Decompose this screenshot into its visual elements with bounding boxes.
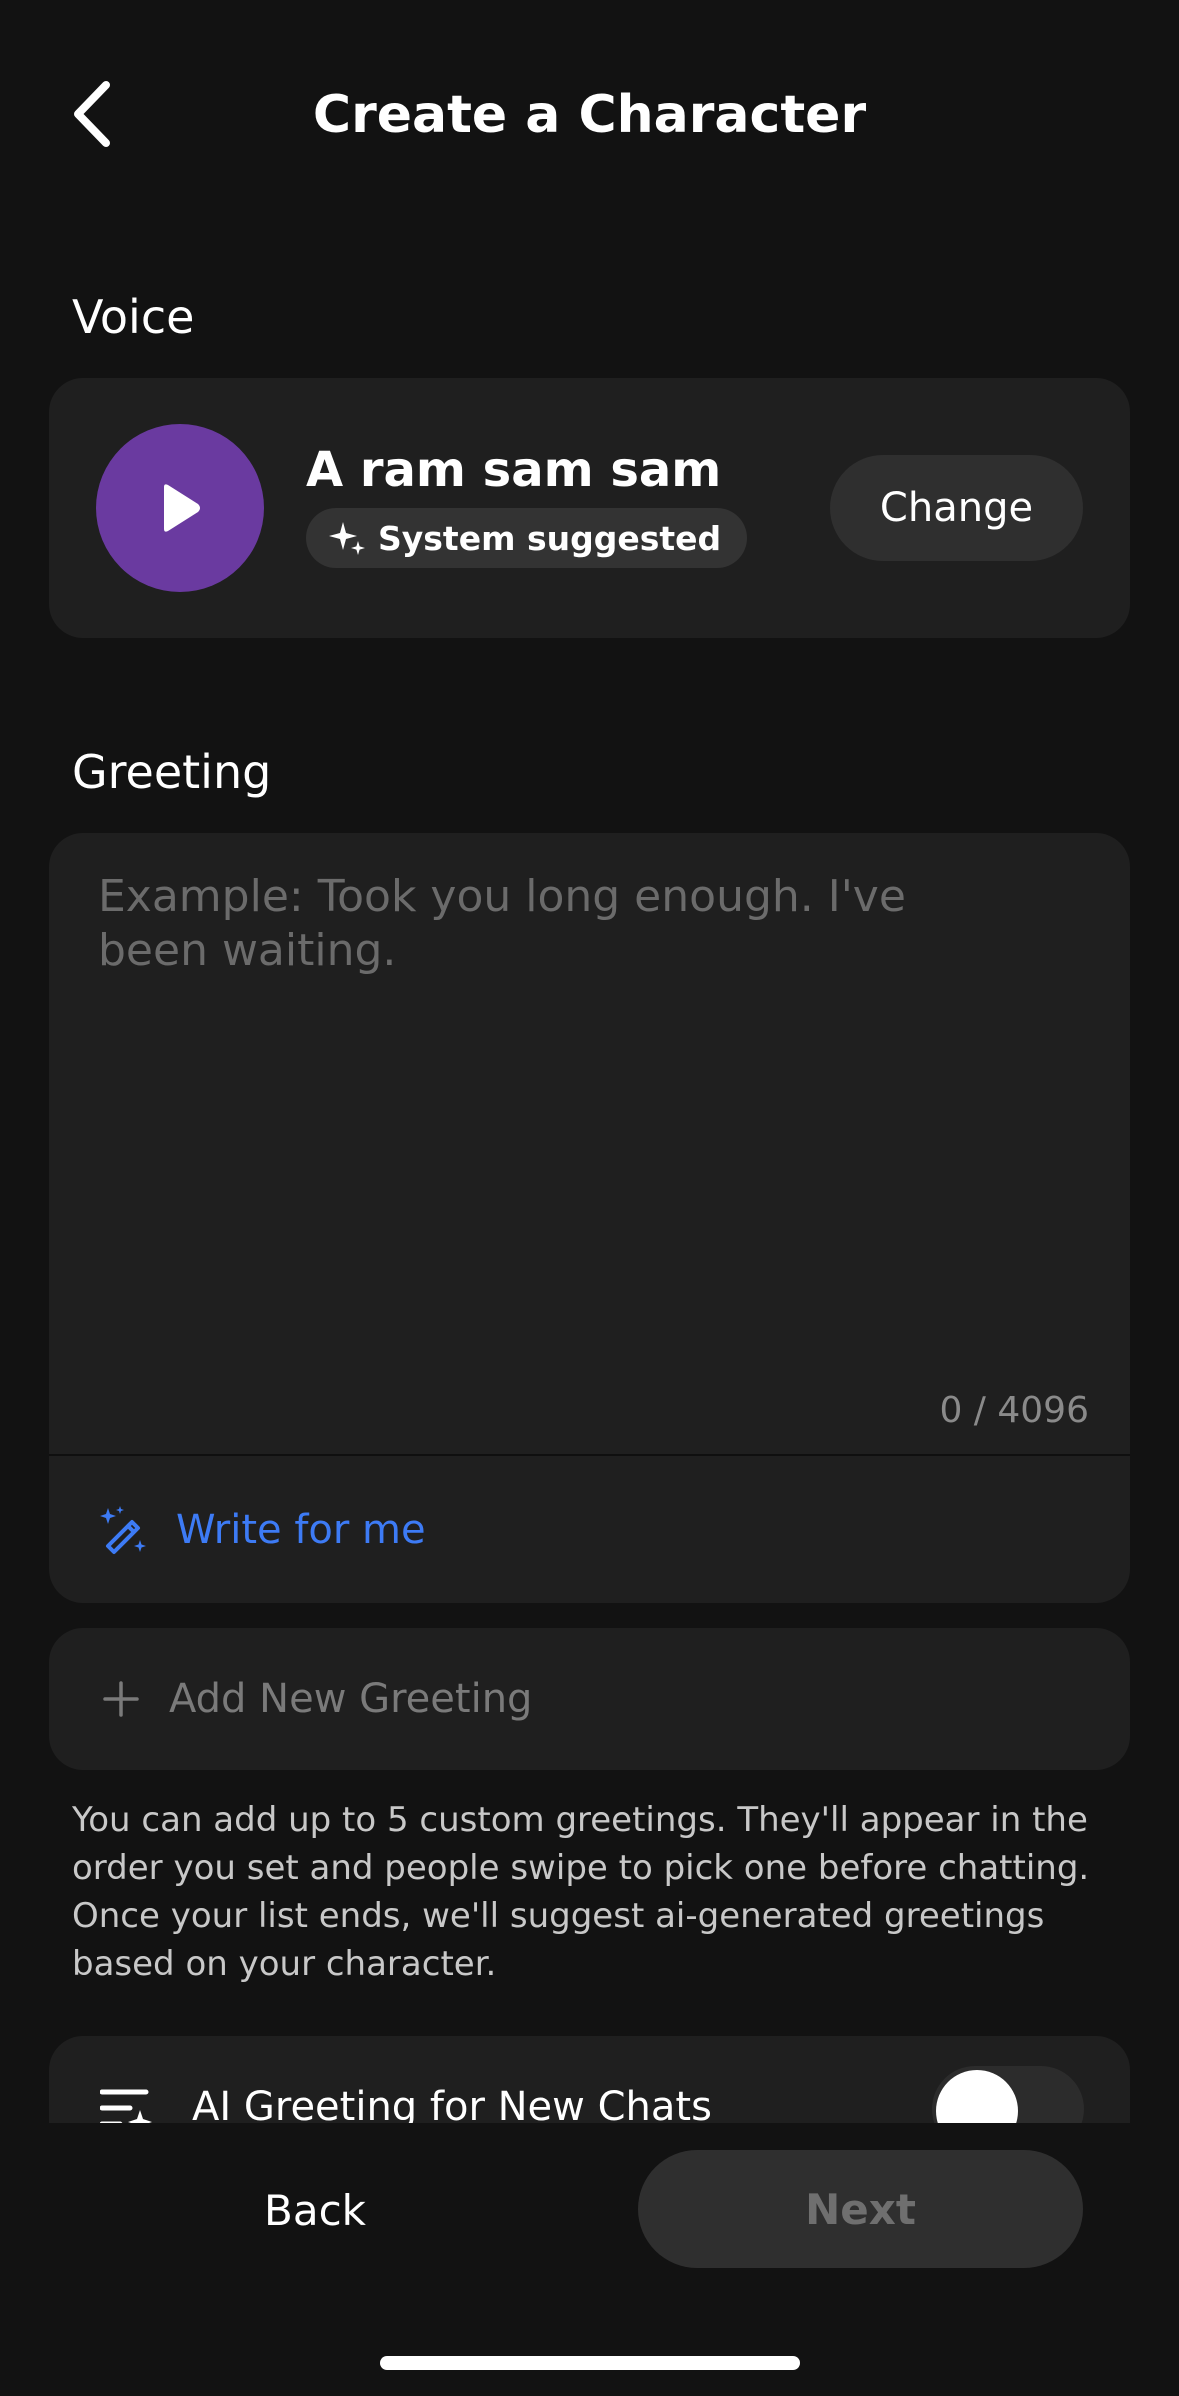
greeting-help-text: You can add up to 5 custom greetings. Th… bbox=[72, 1800, 1090, 1984]
ai-list-icon bbox=[100, 2089, 152, 2123]
ai-greeting-card-viewport: AI Greeting for New Chats bbox=[0, 2030, 1179, 2123]
ai-greeting-label: AI Greeting for New Chats bbox=[192, 2084, 712, 2123]
greeting-input[interactable] bbox=[98, 870, 998, 1370]
system-suggested-badge: System suggested bbox=[306, 508, 748, 568]
sparkle-icon bbox=[329, 522, 365, 555]
system-suggested-label: System suggested bbox=[378, 518, 722, 558]
write-for-me-label: Write for me bbox=[176, 1507, 426, 1553]
voice-name: A ram sam sam bbox=[306, 442, 722, 498]
voice-section-label: Voice bbox=[72, 290, 195, 344]
greeting-section-label: Greeting bbox=[72, 745, 272, 799]
page-title: Create a Character bbox=[312, 85, 867, 145]
home-indicator bbox=[380, 2356, 800, 2370]
play-icon bbox=[164, 484, 200, 532]
change-voice-button[interactable]: Change bbox=[830, 455, 1083, 561]
magic-wand-icon bbox=[100, 1506, 146, 1554]
write-for-me-button[interactable]: Write for me bbox=[98, 1495, 426, 1565]
voice-play-button[interactable] bbox=[96, 424, 264, 592]
add-new-greeting-button[interactable]: Add New Greeting bbox=[49, 1628, 1130, 1770]
next-button[interactable]: Next bbox=[638, 2150, 1083, 2268]
greeting-divider bbox=[49, 1454, 1130, 1456]
plus-icon bbox=[103, 1681, 139, 1717]
back-button[interactable]: Back bbox=[190, 2160, 440, 2260]
add-new-greeting-label: Add New Greeting bbox=[169, 1676, 533, 1722]
character-counter: 0 / 4096 bbox=[939, 1390, 1089, 1431]
